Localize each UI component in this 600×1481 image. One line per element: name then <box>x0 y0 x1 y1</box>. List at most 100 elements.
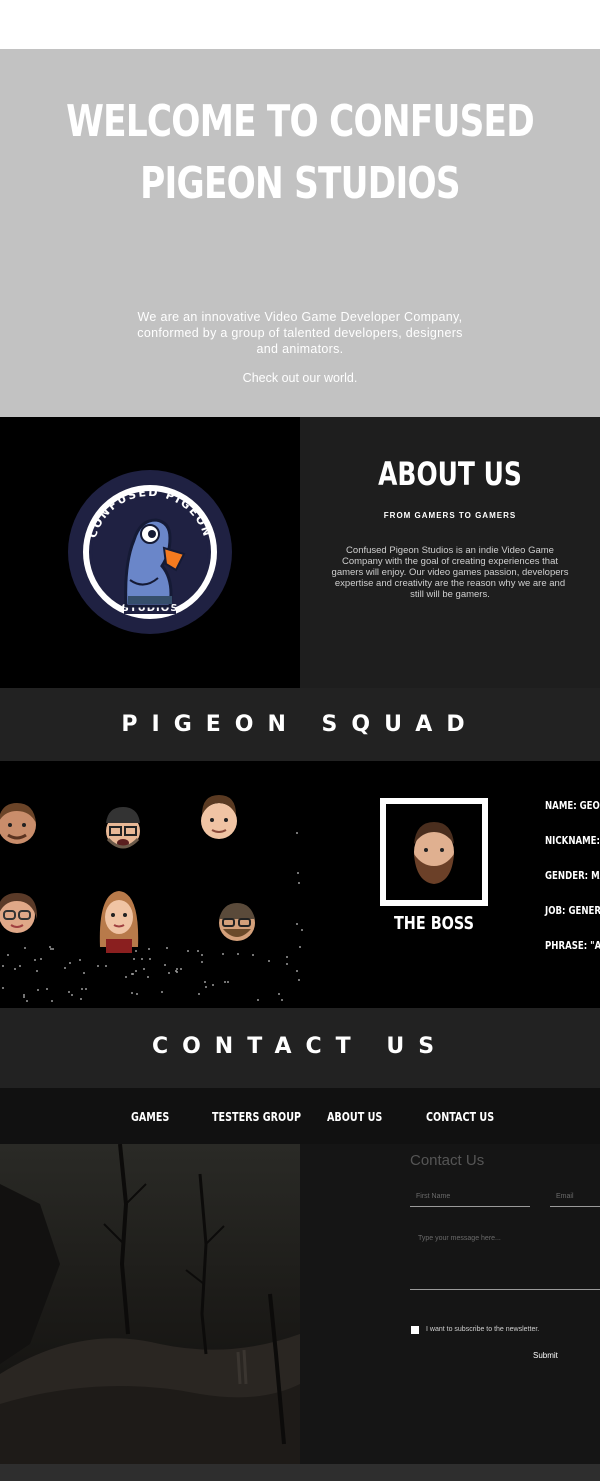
star-dot <box>52 948 54 950</box>
about-text: Confused Pigeon Studios is an indie Vide… <box>331 545 569 600</box>
bottom-bar <box>0 1464 600 1481</box>
star-dot <box>141 958 143 960</box>
star-dot <box>24 947 26 949</box>
hero-title-line2: PIGEON STUDIOS <box>140 158 460 209</box>
squad-section: THE BOSS NAME: GEOR NICKNAME: T GENDER: … <box>0 761 600 1008</box>
hero-title: WELCOME TO CONFUSED PIGEON STUDIOS <box>66 91 535 215</box>
hero-section: WELCOME TO CONFUSED PIGEON STUDIOS We ar… <box>0 49 600 417</box>
star-dot <box>222 953 224 955</box>
squad-header: PIGEON SQUAD <box>0 688 600 761</box>
boss-info-nickname: NICKNAME: T <box>545 834 600 847</box>
squad-title: PIGEON SQUAD <box>121 712 479 737</box>
contact-header: CONTACT US <box>0 1008 600 1088</box>
nav-testers-group[interactable]: TESTERS GROUP <box>212 1110 301 1124</box>
star-dot <box>204 981 206 983</box>
star-dot <box>296 923 298 925</box>
star-dot <box>180 968 182 970</box>
footer-section: Contact Us First Name Email Type your me… <box>0 1143 600 1464</box>
boss-avatar <box>414 822 454 884</box>
star-dot <box>227 981 229 983</box>
boss-info-phrase: PHRASE: "AL <box>545 939 600 952</box>
avatar-member-3[interactable] <box>196 793 242 843</box>
form-title: Contact Us <box>410 1152 485 1169</box>
star-dot <box>83 972 85 974</box>
avatar-member-6[interactable] <box>215 901 259 945</box>
star-dot <box>237 953 239 955</box>
star-dot <box>205 986 207 988</box>
star-dot <box>79 959 81 961</box>
nav-about-us[interactable]: ABOUT US <box>327 1110 382 1124</box>
star-dot <box>2 965 4 967</box>
nav-games[interactable]: GAMES <box>131 1110 169 1124</box>
star-dot <box>81 988 83 990</box>
email-field[interactable]: Email <box>556 1193 574 1200</box>
star-dot <box>19 965 21 967</box>
star-dot <box>286 963 288 965</box>
star-dot <box>257 999 259 1001</box>
nav-contact-us[interactable]: CONTACT US <box>426 1110 494 1124</box>
avatar-member-5[interactable] <box>96 887 142 955</box>
star-dot <box>80 998 82 1000</box>
star-dot <box>40 958 42 960</box>
avatar-member-4[interactable] <box>0 889 40 939</box>
email-underline <box>550 1206 600 1207</box>
message-field[interactable]: Type your message here... <box>418 1235 501 1242</box>
star-dot <box>46 988 48 990</box>
boss-info-name: NAME: GEOR <box>545 799 600 812</box>
star-dot <box>14 968 16 970</box>
about-logo-panel: CONFUSED PIGEON STUDIOS <box>0 417 300 688</box>
star-dot <box>143 968 145 970</box>
studio-logo: CONFUSED PIGEON STUDIOS <box>66 468 234 636</box>
game-scene-image <box>0 1143 300 1464</box>
star-dot <box>71 994 73 996</box>
star-dot <box>286 956 288 958</box>
star-dot <box>164 964 166 966</box>
star-dot <box>133 958 135 960</box>
boss-info-gender: GENDER: MA <box>545 869 600 882</box>
star-dot <box>131 973 133 975</box>
star-dot <box>187 950 189 952</box>
star-dot <box>36 970 38 972</box>
star-dot <box>224 981 226 983</box>
star-dot <box>136 993 138 995</box>
top-strip <box>0 0 600 49</box>
submit-button[interactable]: Submit <box>533 1351 558 1360</box>
star-dot <box>176 971 178 973</box>
star-dot <box>198 993 200 995</box>
star-dot <box>69 962 71 964</box>
star-dot <box>148 948 150 950</box>
avatar-member-1[interactable] <box>0 799 40 849</box>
hero-cta: Check out our world. <box>242 371 358 385</box>
star-dot <box>296 970 298 972</box>
star-dot <box>34 959 36 961</box>
newsletter-label: I want to subscribe to the newsletter. <box>426 1326 540 1333</box>
star-dot <box>278 993 280 995</box>
star-dot <box>301 929 303 931</box>
star-dot <box>268 960 270 962</box>
star-dot <box>201 961 203 963</box>
boss-portrait-frame <box>380 798 488 906</box>
star-dot <box>105 965 107 967</box>
star-dot <box>297 872 299 874</box>
star-dot <box>281 999 283 1001</box>
star-dot <box>298 882 300 884</box>
avatar-member-2[interactable] <box>100 803 146 853</box>
star-dot <box>49 946 51 948</box>
about-subtitle: FROM GAMERS TO GAMERS <box>383 511 517 520</box>
star-dot <box>252 954 254 956</box>
star-dot <box>149 958 151 960</box>
star-dot <box>85 988 87 990</box>
star-dot <box>26 1000 28 1002</box>
star-dot <box>50 948 52 950</box>
main-nav: GAMES TESTERS GROUP ABOUT US CONTACT US <box>0 1088 600 1144</box>
about-text-panel: ABOUT US FROM GAMERS TO GAMERS Confused … <box>300 417 600 688</box>
about-title: ABOUT US <box>378 455 522 493</box>
star-dot <box>166 947 168 949</box>
boss-label: THE BOSS <box>393 913 475 934</box>
star-dot <box>298 979 300 981</box>
star-dot <box>296 832 298 834</box>
star-dot <box>201 954 203 956</box>
newsletter-checkbox[interactable] <box>411 1326 419 1334</box>
first-name-field[interactable]: First Name <box>416 1193 450 1200</box>
hero-description: We are an innovative Video Game Develope… <box>137 310 463 356</box>
